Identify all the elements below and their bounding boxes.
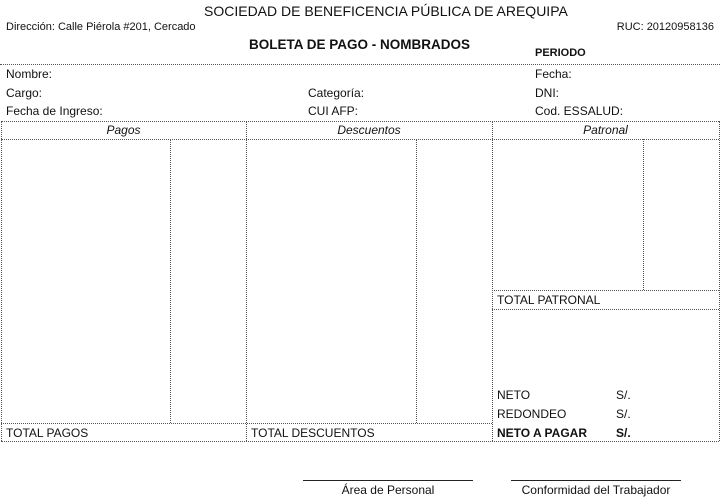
cargo-label: Cargo: [6, 86, 43, 100]
table-header-border [1, 139, 719, 140]
descuentos-patronal-divider [492, 121, 493, 441]
categoria-label: Categoría: [308, 86, 365, 100]
table-top-border [1, 121, 719, 122]
address: Dirección: Calle Piérola #201, Cercado [6, 21, 196, 33]
neto-a-pagar-currency: S/. [616, 426, 631, 440]
nombre-label: Nombre: [6, 67, 53, 81]
table-bottom-border [1, 441, 719, 442]
organization-name: SOCIEDAD DE BENEFICENCIA PÚBLICA DE AREQ… [204, 3, 568, 19]
patronal-inner-divider [643, 139, 644, 290]
signature-line-personal [303, 480, 473, 481]
cod-essalud-label: Cod. ESSALUD: [535, 104, 624, 118]
table-left-border [1, 121, 2, 441]
signature-line-trabajador [511, 480, 681, 481]
patronal-total-top [492, 290, 719, 291]
header-divider [0, 64, 720, 65]
signature-trabajador-label: Conformidad del Trabajador [521, 483, 671, 497]
pagos-inner-divider [170, 139, 171, 423]
pagos-descuentos-divider [246, 121, 247, 441]
neto-a-pagar-label: NETO A PAGAR [497, 426, 588, 440]
fecha-ingreso-label: Fecha de Ingreso: [6, 104, 103, 118]
fecha-label: Fecha: [535, 67, 572, 81]
total-descuentos-label: TOTAL DESCUENTOS [251, 426, 375, 440]
periodo-label: PERIODO [535, 47, 586, 59]
column-header-descuentos: Descuentos [337, 123, 401, 137]
cui-afp-label: CUI AFP: [308, 104, 359, 118]
total-patronal-label: TOTAL PATRONAL [497, 293, 601, 307]
column-header-pagos: Pagos [106, 123, 141, 137]
neto-currency: S/. [616, 388, 631, 402]
descuentos-inner-divider [416, 139, 417, 423]
signature-personal-label: Área de Personal [341, 483, 435, 497]
redondeo-label: REDONDEO [497, 407, 567, 421]
column-header-patronal: Patronal [583, 123, 628, 137]
document-title: BOLETA DE PAGO - NOMBRADOS [249, 37, 470, 52]
dni-label: DNI: [535, 86, 559, 100]
patronal-total-bottom [492, 309, 719, 310]
redondeo-currency: S/. [616, 407, 631, 421]
total-pagos-label: TOTAL PAGOS [6, 426, 89, 440]
neto-label: NETO [497, 388, 531, 402]
ruc: RUC: 20120958136 [616, 21, 714, 33]
